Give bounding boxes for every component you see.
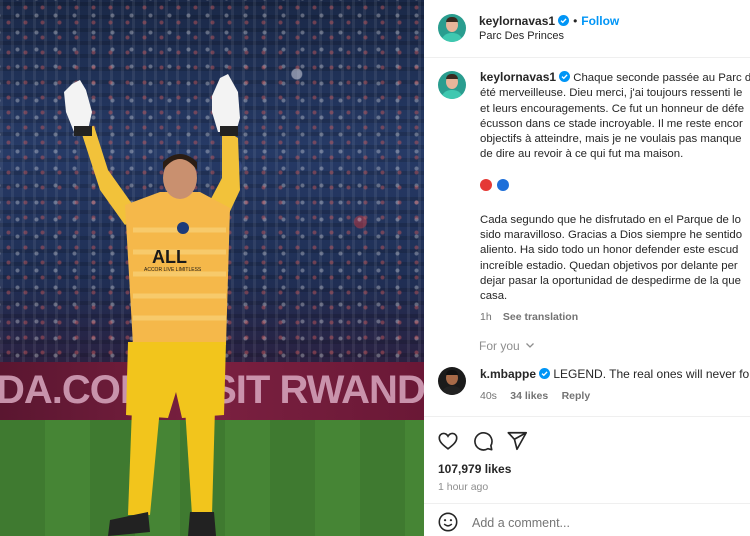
heart-icon[interactable]	[437, 430, 459, 452]
caption-fr-line: objectifs à atteindre, mais je ne voulai…	[480, 133, 742, 146]
caption-timestamp[interactable]: 1h	[480, 311, 492, 323]
post-location[interactable]: Parc Des Princes	[479, 30, 564, 42]
comment-text: LEGEND. The real ones will never forg	[553, 367, 750, 381]
goalkeeper-figure: ALL ACCOR LIVE LIMITLESS	[64, 74, 240, 536]
post-image[interactable]: DA.COM ISIT RWANDA ALL ACCOR LIVE LIMITL…	[0, 0, 424, 536]
svg-text:ACCOR LIVE LIMITLESS: ACCOR LIVE LIMITLESS	[144, 267, 202, 273]
for-you-toggle[interactable]: For you	[479, 339, 535, 353]
comment-bubble-icon[interactable]	[472, 430, 494, 452]
caption-username[interactable]: keylornavas1	[480, 70, 556, 84]
verified-badge-icon	[559, 71, 571, 82]
caption-es-line: dejar pasar la oportunidad de despedirme…	[480, 274, 741, 287]
paper-plane-icon[interactable]	[506, 430, 528, 452]
red-circle-emoji	[480, 178, 492, 191]
post-header: keylornavas1 • Follow Parc Des Princes	[424, 0, 750, 58]
author-username[interactable]: keylornavas1	[479, 14, 555, 28]
dot-separator: •	[573, 14, 578, 28]
caption-es-line: sido maravilloso. Gracias a Dios siempre…	[480, 229, 743, 242]
add-comment-bar	[424, 503, 750, 536]
likes-count[interactable]: 107,979 likes	[438, 462, 511, 476]
caption-fr-line: de dire au revoir à ce qui fut ma maison…	[480, 148, 684, 161]
svg-text:ALL: ALL	[152, 247, 187, 267]
caption-fr-line: écusson dans ce stade incroyable. Il me …	[480, 117, 743, 130]
caption-es-line: aliento. Ha sido todo un honor defender …	[480, 244, 739, 257]
caption-fr-line: Chaque seconde passée au Parc des	[573, 72, 750, 84]
for-you-label: For you	[479, 339, 520, 353]
post-caption: keylornavas1 Chaque seconde passée au Pa…	[480, 70, 750, 325]
commenter-username[interactable]: k.mbappe	[480, 367, 536, 381]
verified-badge-icon	[558, 15, 570, 26]
post-side-panel: keylornavas1 • Follow Parc Des Princes key…	[424, 0, 750, 536]
commenter-avatar[interactable]	[438, 367, 466, 395]
comment-likes[interactable]: 34 likes	[510, 390, 548, 402]
comment-item: k.mbappe LEGEND. The real ones will neve…	[480, 367, 750, 402]
blue-circle-emoji	[497, 178, 509, 191]
verified-badge-icon	[539, 368, 551, 379]
comments-scroll-area[interactable]: keylornavas1 Chaque seconde passée au Pa…	[424, 58, 750, 416]
caption-fr-line: et leurs encouragements. Ce fut un honne…	[480, 102, 745, 115]
caption-emojis	[480, 178, 750, 191]
caption-es-line: casa.	[480, 290, 508, 303]
see-translation-link[interactable]: See translation	[503, 311, 578, 323]
caption-es-line: Cada segundo que he disfrutado en el Par…	[480, 213, 741, 226]
caption-author-avatar[interactable]	[438, 71, 466, 99]
author-avatar[interactable]	[438, 14, 466, 42]
post-time-ago[interactable]: 1 hour ago	[438, 481, 488, 493]
caption-es-line: increíble estadio. Quedan objetivos por …	[480, 259, 738, 272]
caption-fr-line: été merveilleuse. Dieu merci, j'ai toujo…	[480, 87, 743, 100]
chevron-down-icon	[526, 343, 534, 348]
comment-timestamp[interactable]: 40s	[480, 390, 497, 402]
add-comment-input[interactable]	[472, 516, 732, 530]
smiley-icon[interactable]	[437, 511, 459, 533]
comment-reply-button[interactable]: Reply	[562, 390, 591, 402]
follow-button[interactable]: Follow	[581, 14, 619, 28]
